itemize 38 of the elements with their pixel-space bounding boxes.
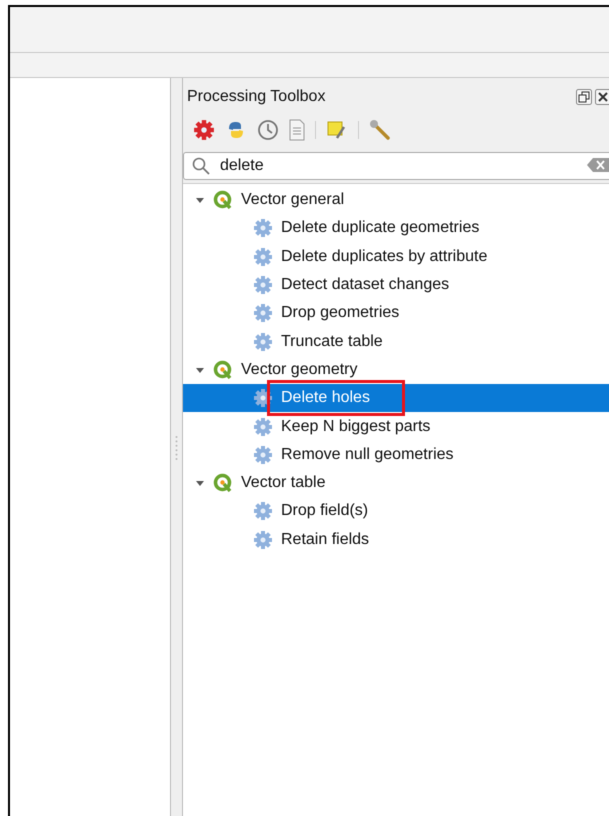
grip-icon <box>175 435 178 461</box>
gear-icon <box>253 388 273 408</box>
tree-item[interactable]: Drop field(s) <box>183 497 609 526</box>
splitter-handle[interactable] <box>171 78 183 816</box>
gear-icon <box>253 530 273 550</box>
tree-item[interactable]: Drop geometries <box>183 299 609 328</box>
expanded-caret-icon[interactable] <box>195 195 205 206</box>
tree-item[interactable]: Delete duplicates by attribute <box>183 242 609 271</box>
tree-group[interactable]: Vector geometry <box>183 356 609 384</box>
gear-icon <box>253 218 273 238</box>
tree-item[interactable]: Remove null geometries <box>183 440 609 469</box>
wrench-icon[interactable] <box>369 119 391 141</box>
gear-icon <box>253 501 273 522</box>
clock-icon[interactable] <box>257 119 279 141</box>
gear-icon <box>253 444 273 465</box>
gear-icon <box>253 416 273 437</box>
note-pencil-icon[interactable] <box>326 119 348 141</box>
logo-icon <box>213 360 233 380</box>
float-icon[interactable] <box>576 89 592 105</box>
clear-icon[interactable] <box>587 157 609 173</box>
tree-item[interactable]: Delete duplicate geometries <box>183 214 609 243</box>
tree-item[interactable]: Truncate table <box>183 327 609 356</box>
gear-icon <box>253 303 273 324</box>
search-field[interactable]: delete <box>183 152 609 180</box>
tree-item[interactable]: Keep N biggest parts <box>183 412 609 441</box>
close-icon[interactable] <box>595 89 609 105</box>
tree-group[interactable]: Vector table <box>183 468 609 498</box>
tree-group[interactable]: Vector general <box>183 186 609 214</box>
gear-icon <box>253 332 273 352</box>
panel-title: Processing Toolbox <box>187 88 326 106</box>
gear-icon <box>253 275 273 296</box>
tree-item[interactable]: Detect dataset changes <box>183 270 609 300</box>
expanded-caret-icon[interactable] <box>195 478 205 488</box>
document-icon[interactable] <box>289 119 305 141</box>
logo-icon <box>213 190 233 210</box>
logo-icon <box>213 473 233 494</box>
search-icon <box>192 157 210 175</box>
tree-item[interactable]: Retain fields <box>183 526 609 554</box>
